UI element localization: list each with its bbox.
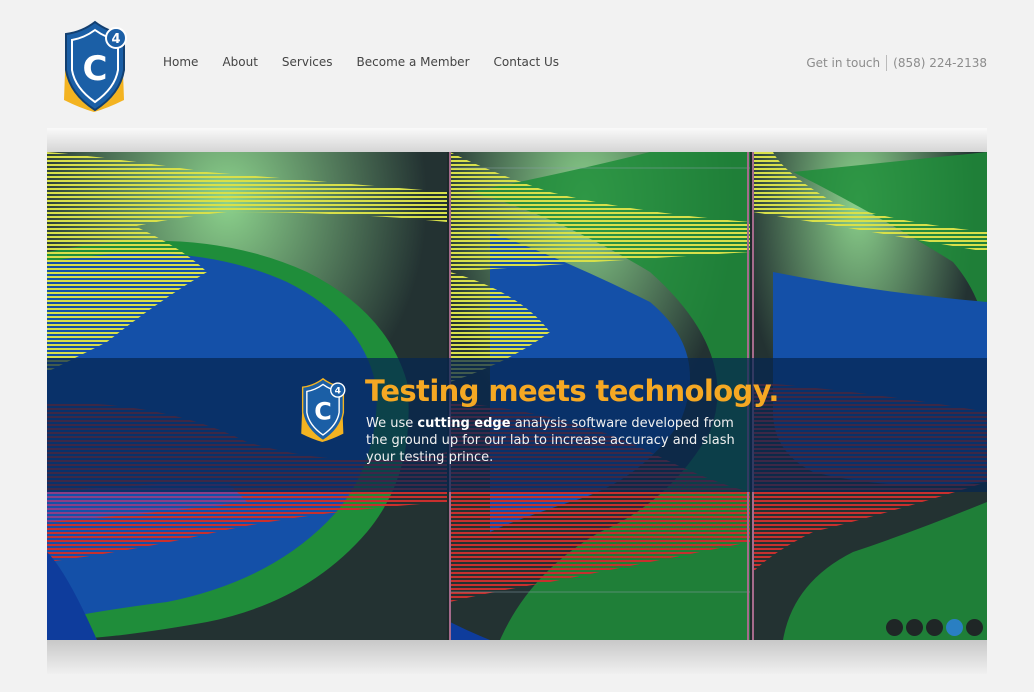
slider-bottom-shade (47, 640, 987, 674)
phone-number[interactable]: (858) 224-2138 (893, 56, 987, 70)
slide-dot-3[interactable] (926, 619, 943, 636)
hero-caption-panel: C 4 Testing meets technology. We use cut… (47, 358, 987, 492)
hero-text-pre: We use (366, 416, 418, 431)
nav-about[interactable]: About (222, 55, 257, 69)
slide-dot-5[interactable] (966, 619, 983, 636)
hero-headline: Testing meets technology. (365, 374, 779, 408)
svg-text:4: 4 (111, 32, 120, 47)
svg-text:C: C (83, 49, 108, 89)
get-in-touch-label: Get in touch (806, 56, 881, 70)
svg-text:4: 4 (335, 387, 341, 397)
c4-logo[interactable]: C 4 (60, 18, 130, 112)
contact-info: Get in touch (858) 224-2138 (806, 55, 987, 71)
c4-shield-icon: C 4 (301, 377, 346, 442)
svg-text:C: C (314, 398, 332, 426)
hero-slider[interactable]: C 4 Testing meets technology. We use cut… (47, 152, 987, 640)
contact-divider (886, 55, 888, 71)
main-nav: Home About Services Become a Member Cont… (163, 55, 583, 69)
slide-dot-4[interactable] (946, 619, 963, 636)
nav-become-member[interactable]: Become a Member (357, 55, 470, 69)
slide-dot-2[interactable] (906, 619, 923, 636)
nav-contact-us[interactable]: Contact Us (494, 55, 560, 69)
slider-top-shade (47, 128, 987, 152)
slider-pagination (886, 619, 983, 636)
slide-dot-1[interactable] (886, 619, 903, 636)
nav-home[interactable]: Home (163, 55, 198, 69)
hero-description: We use cutting edge analysis software de… (366, 415, 746, 466)
nav-services[interactable]: Services (282, 55, 333, 69)
hero-text-bold: cutting edge (417, 416, 511, 431)
